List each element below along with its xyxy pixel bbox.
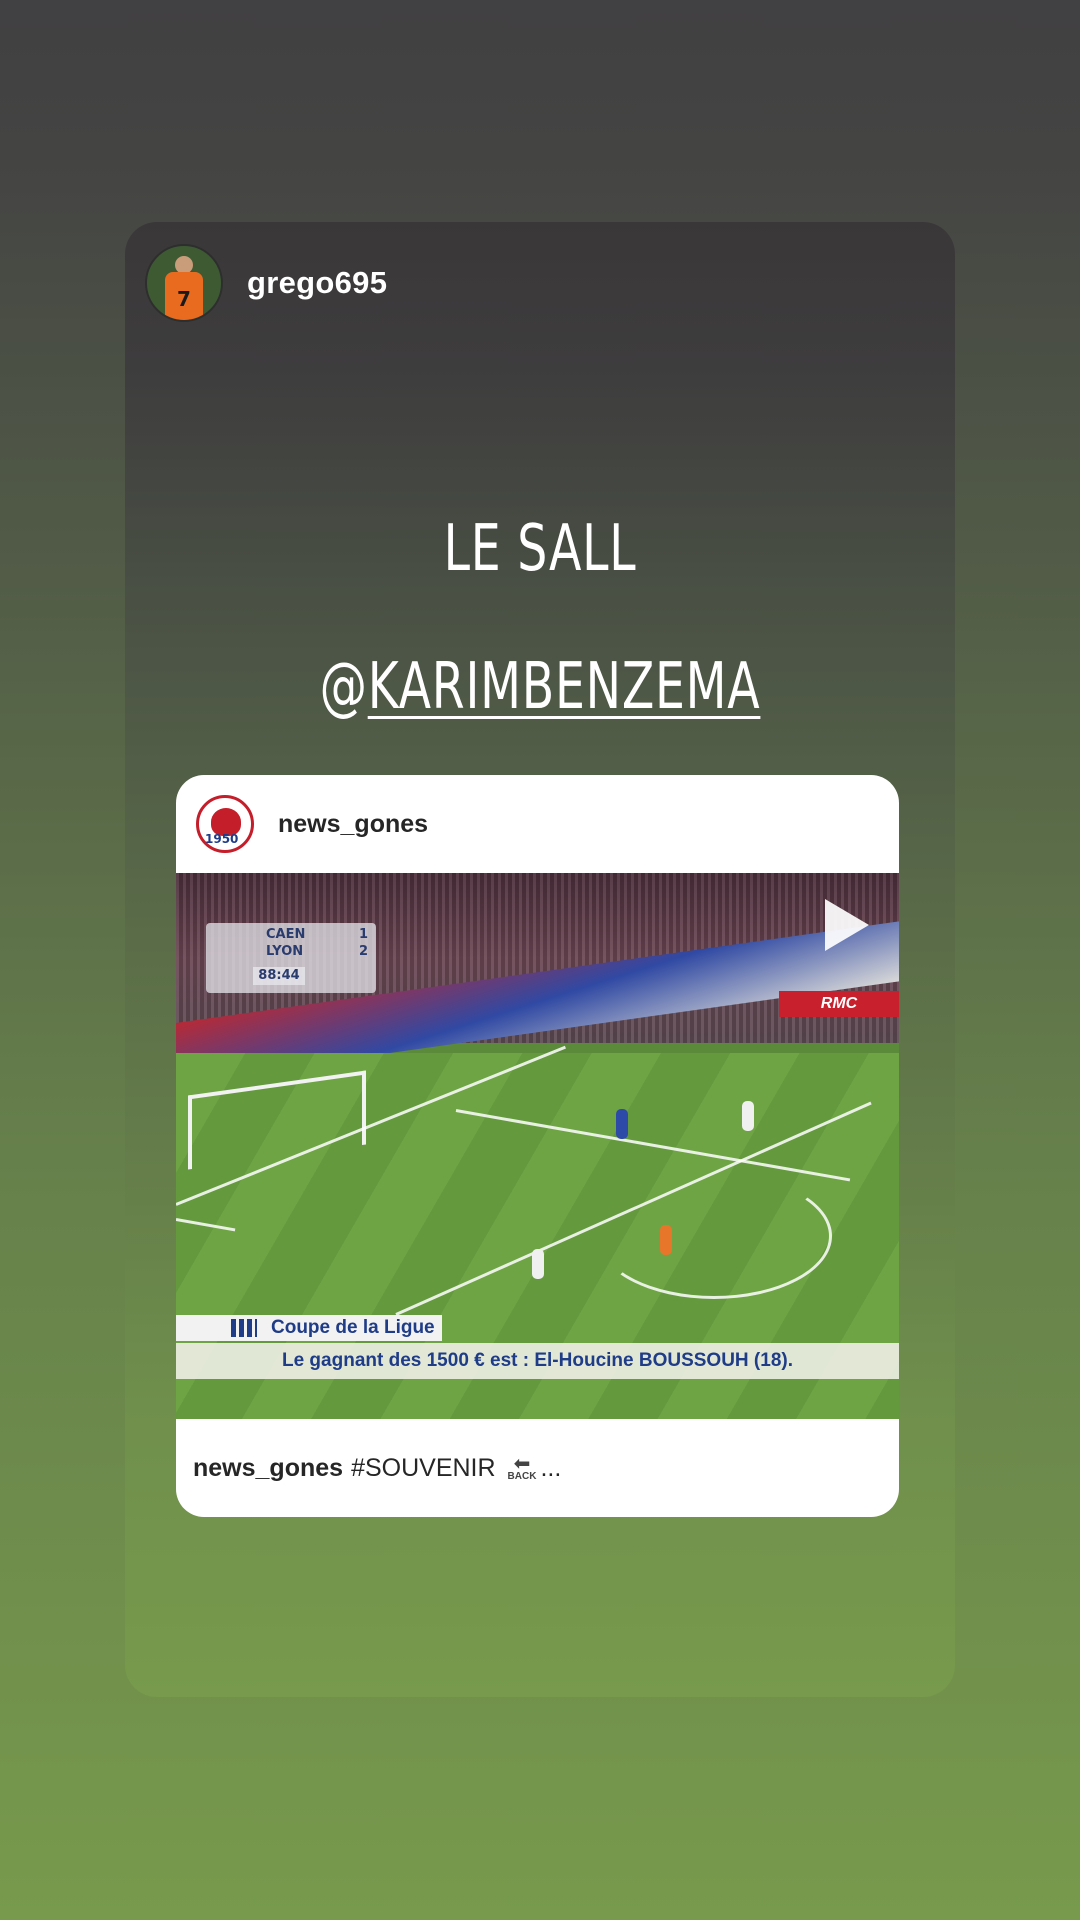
post-header: 1950 news_gones (176, 775, 899, 873)
player (532, 1249, 544, 1279)
video-lower-third-title: Coupe de la Ligue (176, 1315, 442, 1341)
scoreboard-score: 2 (358, 944, 368, 959)
play-icon[interactable] (825, 899, 869, 951)
post-logo[interactable]: 1950 (196, 795, 254, 853)
post-logo-year: 1950 (205, 832, 239, 846)
post-video[interactable]: CAEN 1 LYON 2 88:44 RMC Coupe de la Ligu… (176, 873, 899, 1419)
player (616, 1109, 628, 1139)
avatar-jersey: 7 (165, 272, 203, 320)
player (742, 1101, 754, 1131)
story-text: LE SALL (443, 512, 637, 586)
mention-at: @ (319, 650, 368, 724)
post-username[interactable]: news_gones (278, 810, 428, 839)
back-arrow-icon: ⬅ BACK (508, 1454, 537, 1482)
scoreboard-score: 1 (358, 927, 368, 942)
mention-sticker[interactable]: @KARIMBENZEMA (233, 650, 847, 724)
caption-username: news_gones (193, 1453, 344, 1482)
player (660, 1225, 672, 1255)
scoreboard-clock: 88:44 (253, 967, 305, 985)
lower-third-title-text: Coupe de la Ligue (271, 1317, 435, 1338)
story-username[interactable]: grego695 (247, 265, 387, 301)
story-header: 7 grego695 (145, 244, 387, 322)
back-arrow-label: BACK (507, 1471, 537, 1482)
scoreboard-team: LYON (266, 944, 304, 959)
channel-logo-icon (231, 1319, 257, 1337)
avatar[interactable]: 7 (145, 244, 223, 322)
scoreboard-team: CAEN (266, 927, 306, 942)
shared-post-card[interactable]: 1950 news_gones CAEN 1 LYON 2 88:44 RMC … (176, 775, 899, 1517)
story-card: 7 grego695 LE SALL @KARIMBENZEMA 1950 ne… (125, 222, 955, 1697)
caption-more[interactable]: ... (540, 1454, 561, 1483)
post-caption[interactable]: news_gones #SOUVENIR ⬅ BACK ... (176, 1419, 899, 1517)
mention-handle: KARIMBENZEMA (367, 650, 761, 724)
caption-text: #SOUVENIR (351, 1453, 496, 1482)
pitch-center-arc (596, 1173, 832, 1299)
video-lower-third-text: Le gagnant des 1500 € est : El-Houcine B… (176, 1343, 899, 1379)
video-ad-board: RMC (779, 991, 899, 1017)
